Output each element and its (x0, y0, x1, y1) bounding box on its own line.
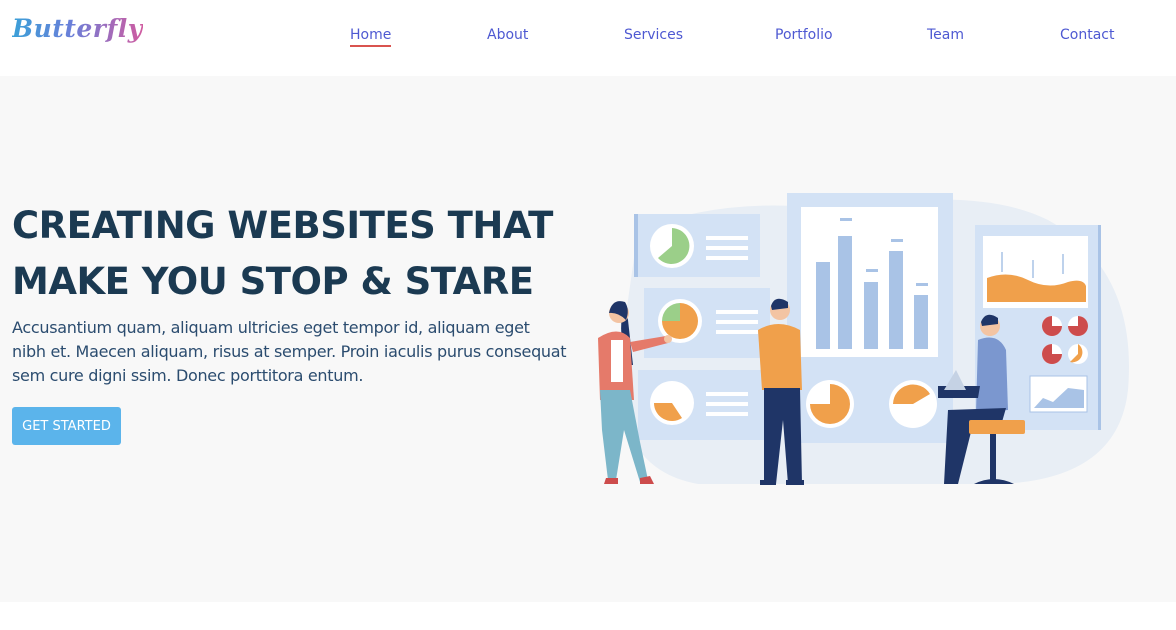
nav-link-services[interactable]: Services (624, 27, 683, 43)
hero-title: CREATING WEBSITES THAT MAKE YOU STOP & S… (12, 198, 572, 310)
nav-link-contact[interactable]: Contact (1060, 27, 1114, 43)
brand-logo[interactable]: Butterfly (12, 14, 143, 43)
hero-description: Accusantium quam, aliquam ultricies eget… (12, 318, 567, 385)
site-header: Butterfly Home About Services Portfolio … (0, 0, 1176, 76)
hero-title-line-2: MAKE YOU STOP & STARE (12, 260, 534, 303)
nav-link-about[interactable]: About (487, 27, 528, 43)
get-started-button[interactable]: GET STARTED (12, 407, 121, 445)
nav-link-home[interactable]: Home (350, 27, 392, 47)
nav-link-team[interactable]: Team (927, 27, 964, 43)
hero-illustration (598, 193, 1129, 485)
hero-title-line-1: CREATING WEBSITES THAT (12, 204, 553, 247)
nav-link-portfolio[interactable]: Portfolio (775, 27, 833, 43)
